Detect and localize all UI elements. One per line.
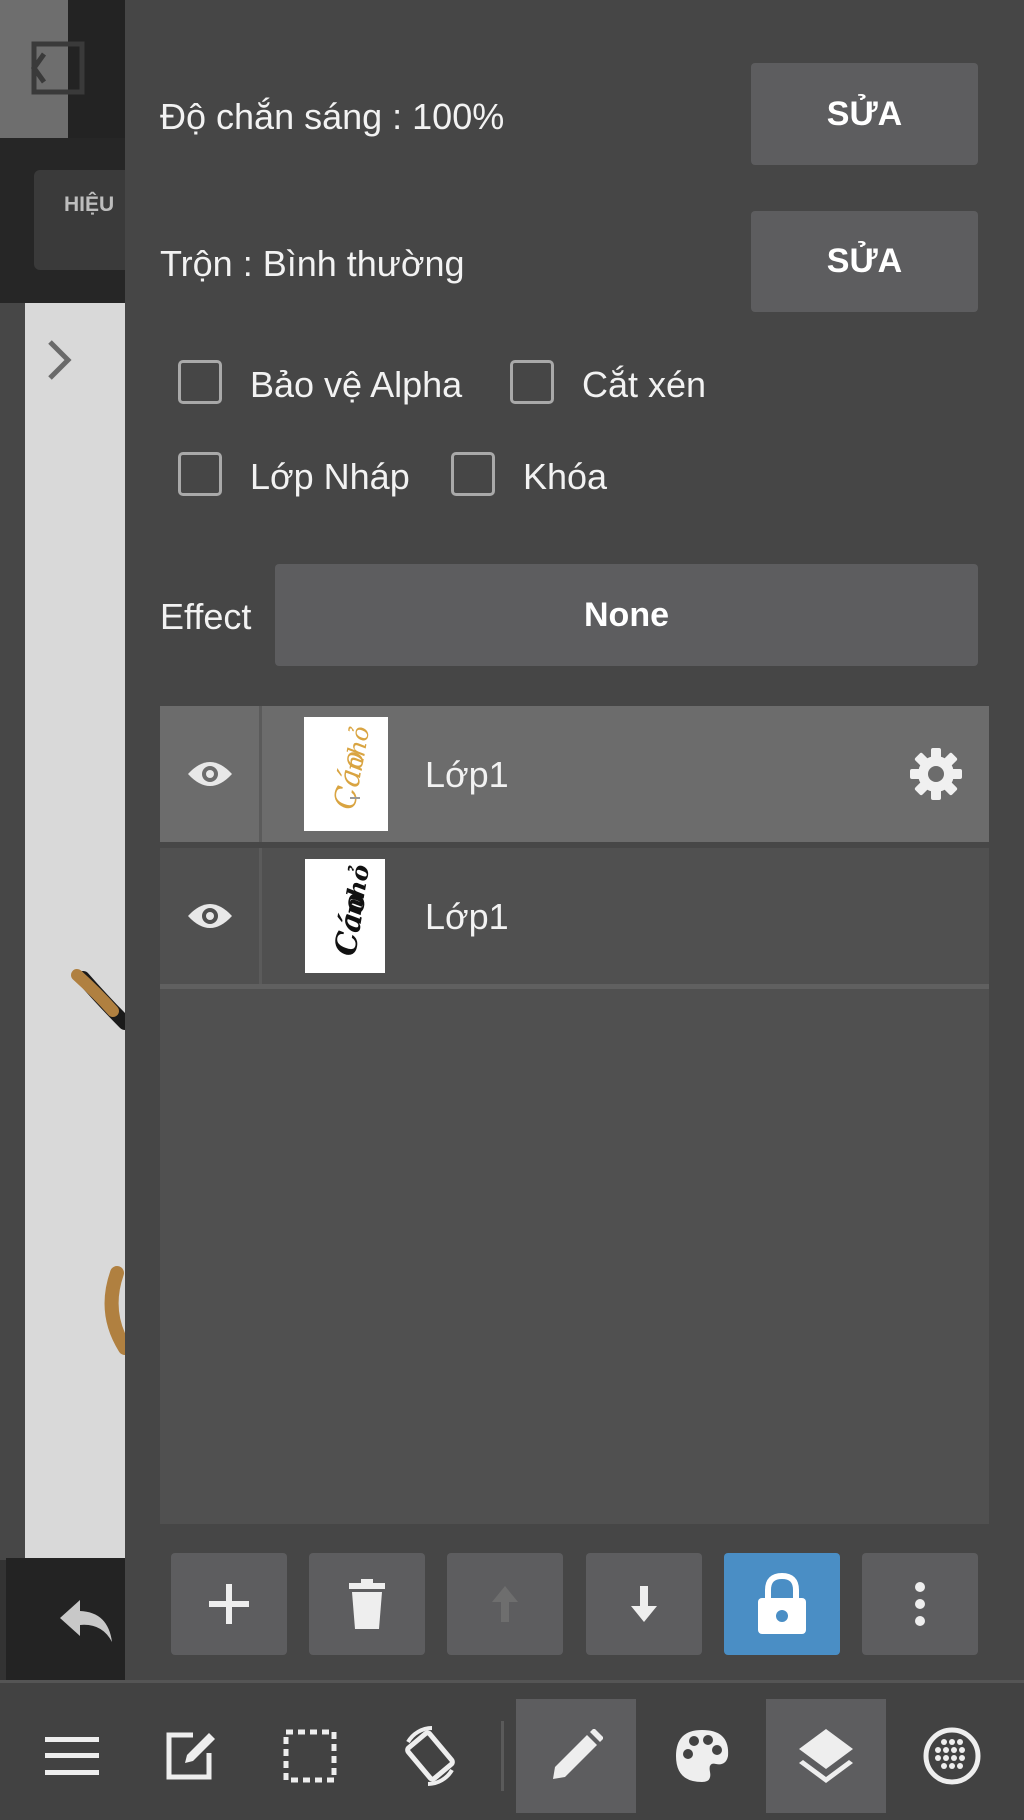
checkbox-label: Lớp Nháp — [250, 456, 410, 497]
layers-button[interactable] — [766, 1699, 886, 1813]
rotate-icon — [405, 1726, 455, 1786]
more-vertical-icon — [915, 1582, 925, 1626]
blend-edit-button[interactable]: SỬA — [751, 211, 978, 312]
color-palette-button[interactable] — [642, 1699, 762, 1813]
layer-name: Lớp1 — [425, 754, 509, 795]
trash-icon — [349, 1579, 385, 1629]
undo-icon[interactable] — [58, 1598, 114, 1644]
checkbox-draft-layer[interactable]: Lớp Nháp — [178, 452, 438, 508]
collapse-panel-icon — [30, 41, 85, 95]
arrow-down-icon — [631, 1586, 657, 1622]
thumbnail-artwork: Cáo nhỏ — [328, 724, 376, 812]
collapse-panel-button[interactable] — [0, 0, 85, 138]
pen-tool-button[interactable] — [516, 1699, 636, 1813]
move-layer-up-button[interactable] — [447, 1553, 563, 1655]
blend-label: Trộn : Bình thường — [160, 243, 465, 284]
tab-effects-label: HIỆU — [64, 193, 115, 216]
pen-icon — [553, 1729, 603, 1779]
eye-icon — [187, 904, 232, 928]
visibility-toggle[interactable] — [160, 706, 262, 842]
palette-icon — [676, 1730, 729, 1782]
checkbox-label: Bảo vệ Alpha — [250, 364, 463, 405]
material-icon — [923, 1727, 981, 1785]
visibility-toggle[interactable] — [160, 848, 262, 984]
lock-icon — [758, 1573, 806, 1634]
plus-icon — [209, 1584, 249, 1624]
tab-effects[interactable] — [34, 170, 134, 270]
checkbox-box[interactable] — [451, 452, 495, 496]
bottom-toolbar — [0, 1680, 1024, 1820]
toolbar-divider — [501, 1721, 504, 1791]
menu-icon — [45, 1737, 99, 1775]
layers-icon — [799, 1729, 853, 1783]
layer-row[interactable]: Cáo nhỏ Lớp1 — [160, 706, 989, 842]
checkbox-lock[interactable]: Khóa — [451, 452, 651, 508]
layer-row[interactable]: Cáo nhỏ Lớp1 — [160, 848, 989, 984]
checkbox-box[interactable] — [178, 452, 222, 496]
checkbox-box[interactable] — [178, 360, 222, 404]
edit-icon — [166, 1732, 215, 1780]
edit-canvas-button[interactable] — [130, 1699, 250, 1813]
layer-name: Lớp1 — [425, 896, 509, 937]
selection-icon — [283, 1729, 337, 1783]
eye-icon — [187, 762, 232, 786]
menu-button[interactable] — [12, 1699, 132, 1813]
arrow-up-icon — [492, 1586, 518, 1622]
lock-layer-button[interactable] — [724, 1553, 840, 1655]
delete-layer-button[interactable] — [309, 1553, 425, 1655]
gear-icon[interactable] — [908, 746, 964, 802]
thumbnail-artwork: Cáo nhỏ — [328, 862, 375, 958]
rotate-canvas-button[interactable] — [370, 1699, 490, 1813]
layer-list[interactable]: Cáo nhỏ Lớp1 Cáo nhỏ Lớp1 — [160, 706, 989, 1524]
layer-thumbnail: Cáo nhỏ — [305, 859, 385, 973]
opacity-edit-button[interactable]: SỬA — [751, 63, 978, 165]
canvas-artwork — [71, 969, 125, 1355]
checkbox-label: Khóa — [523, 456, 608, 497]
more-options-button[interactable] — [862, 1553, 978, 1655]
checkbox-box[interactable] — [510, 360, 554, 404]
opacity-label: Độ chắn sáng : 100% — [160, 96, 505, 137]
checkbox-label: Cắt xén — [582, 364, 707, 405]
expand-chevron-icon[interactable] — [44, 338, 74, 382]
row-divider — [160, 984, 989, 989]
effect-label: Effect — [160, 596, 252, 637]
effect-select-button[interactable]: None — [275, 564, 978, 666]
layer-thumbnail: Cáo nhỏ — [304, 717, 388, 831]
checkbox-alpha-protect[interactable]: Bảo vệ Alpha — [178, 360, 498, 416]
selection-button[interactable] — [250, 1699, 370, 1813]
move-layer-down-button[interactable] — [586, 1553, 702, 1655]
checkbox-clipping[interactable]: Cắt xén — [510, 360, 740, 416]
add-layer-button[interactable] — [171, 1553, 287, 1655]
material-button[interactable] — [892, 1699, 1012, 1813]
canvas[interactable] — [25, 303, 125, 1560]
